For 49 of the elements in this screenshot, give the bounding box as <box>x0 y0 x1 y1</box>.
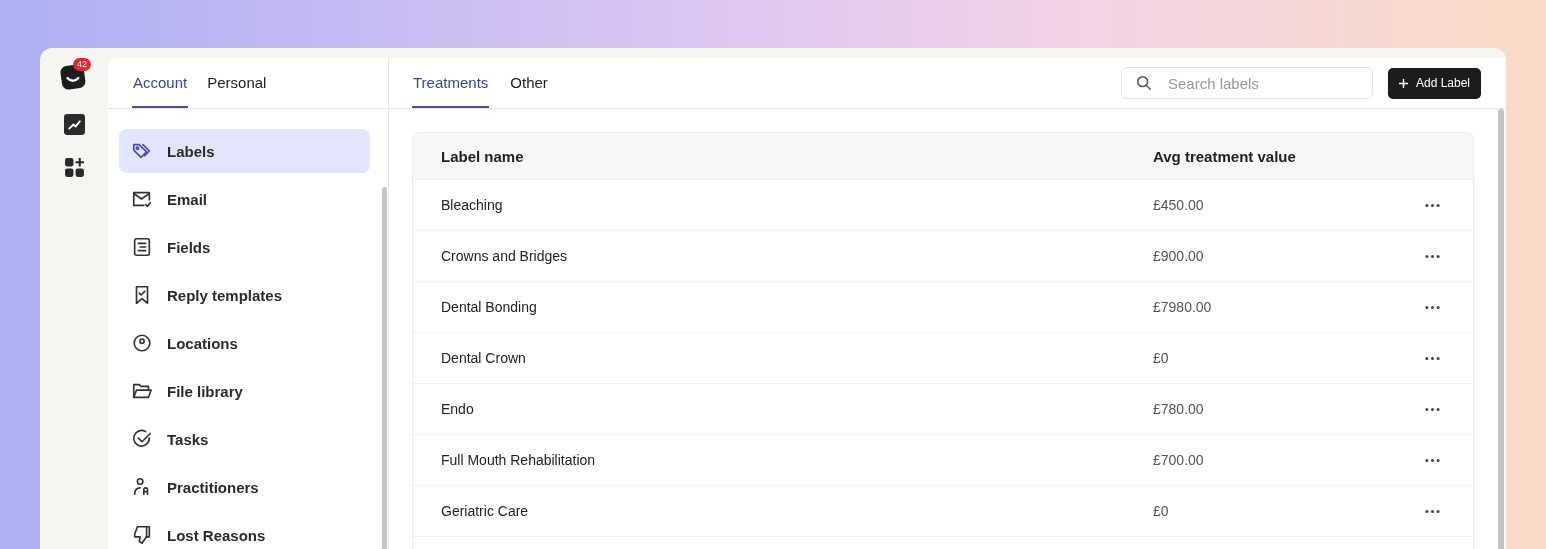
sidebar-item[interactable]: Reply templates <box>119 273 370 317</box>
content-tab[interactable]: Treatments <box>412 58 490 108</box>
table-cell-text: £7980.00 <box>1153 299 1213 315</box>
scrollbar[interactable] <box>382 187 387 549</box>
table-cell-text: Bleaching <box>441 197 504 213</box>
content-tab[interactable]: Other <box>509 58 549 108</box>
plus-icon <box>1398 78 1408 88</box>
sidebar-item[interactable]: Labels <box>119 129 370 173</box>
settings-tab[interactable]: Personal <box>206 58 268 108</box>
search-field[interactable]: Search labels <box>1120 67 1373 99</box>
table-cell-text: £0 <box>1153 503 1170 519</box>
column-header: Avg treatment value <box>1153 147 1297 165</box>
more-icon[interactable] <box>1425 406 1440 412</box>
table-cell-text: Crowns and Bridges <box>441 248 569 264</box>
sidebar-item[interactable]: Tasks <box>119 417 370 461</box>
table-cell-text: £700.00 <box>1153 452 1205 468</box>
more-icon[interactable] <box>1425 253 1440 259</box>
more-icon[interactable] <box>1425 355 1440 361</box>
thumbs-down-icon <box>131 524 153 546</box>
table-cell-text: £450.00 <box>1153 197 1205 213</box>
column-header: Label name <box>441 147 525 165</box>
search-icon <box>1134 74 1153 92</box>
sidebar-item[interactable]: Fields <box>119 225 370 269</box>
sidebar-item[interactable]: File library <box>119 369 370 413</box>
location-icon <box>131 332 153 354</box>
table-cell-text: Full Mouth Rehabilitation <box>441 452 597 468</box>
more-icon[interactable] <box>1425 304 1440 310</box>
scrollbar[interactable] <box>1498 109 1504 549</box>
notification-badge: 42 <box>73 58 91 71</box>
settings-tab[interactable]: Account <box>132 58 189 108</box>
table-cell-text: £900.00 <box>1153 248 1205 264</box>
table-cell-text: £780.00 <box>1153 401 1205 417</box>
sidebar-item[interactable]: Lost Reasons <box>119 513 370 549</box>
sidebar-item[interactable]: Practitioners <box>119 465 370 509</box>
more-icon[interactable] <box>1425 508 1440 514</box>
check-circle-icon <box>131 428 153 450</box>
table-cell-text: Geriatric Care <box>441 503 530 519</box>
table-cell-text: £0 <box>1153 350 1170 366</box>
add-label-button[interactable]: Add Label <box>1387 67 1481 99</box>
add-apps-icon[interactable] <box>63 157 85 178</box>
document-icon <box>131 236 153 258</box>
sidebar-item[interactable]: Locations <box>119 321 370 365</box>
table-cell-text: Dental Bonding <box>441 299 538 315</box>
sidebar-item[interactable]: Email <box>119 177 370 221</box>
table-cell-text: Dental Crown <box>441 350 527 366</box>
more-icon[interactable] <box>1425 202 1440 208</box>
table-cell-text: Endo <box>441 401 475 417</box>
chart-icon[interactable] <box>63 114 85 135</box>
more-icon[interactable] <box>1425 457 1440 463</box>
